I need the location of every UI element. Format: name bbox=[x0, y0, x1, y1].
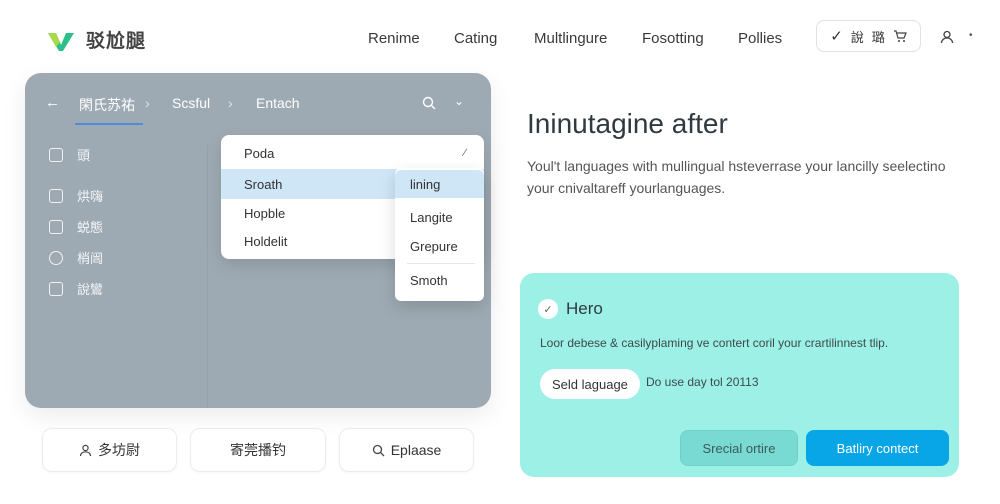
submenu-item-smoth[interactable]: Smoth bbox=[395, 266, 484, 294]
bottom-button-1[interactable]: 多坊尉 bbox=[42, 428, 177, 472]
nav-link-fosotting[interactable]: Fosotting bbox=[642, 30, 704, 47]
hero-card: ✓ Hero Loor debese & casilyplaming ve co… bbox=[520, 273, 959, 477]
card-header: ✓ Hero bbox=[538, 299, 603, 319]
submenu: lining Langite Grepure Smoth bbox=[395, 168, 484, 301]
submenu-divider bbox=[407, 263, 475, 264]
sidebar-item-1[interactable]: 頭 bbox=[49, 145, 90, 164]
sidebar-item-label: 頭 bbox=[77, 148, 91, 163]
chevron-right-icon: › bbox=[228, 95, 233, 111]
breadcrumb-item-2[interactable]: Scsful bbox=[172, 95, 210, 111]
bottom-button-3[interactable]: Eplaase bbox=[339, 428, 474, 472]
back-arrow-icon[interactable]: ← bbox=[45, 94, 60, 111]
sidebar-item-2[interactable]: 烘嗨 bbox=[49, 186, 103, 205]
user-icon[interactable] bbox=[940, 30, 954, 44]
nav-link-pollies[interactable]: Pollies bbox=[738, 30, 782, 47]
sidebar-item-label: 梢闿 bbox=[77, 251, 104, 266]
dropdown-item-label: Sroath bbox=[244, 176, 283, 192]
sidebar-item-label: 說鸞 bbox=[77, 282, 104, 297]
page-lead: Youl't languages with mullingual hstever… bbox=[527, 158, 946, 196]
submenu-item-grepure[interactable]: Grepure bbox=[395, 232, 484, 260]
submenu-item-lining[interactable]: lining bbox=[395, 170, 484, 198]
submenu-item-langite[interactable]: Langite bbox=[395, 203, 484, 231]
search-icon bbox=[372, 444, 385, 456]
chevron-right-icon: › bbox=[145, 95, 150, 111]
logo-icon bbox=[48, 32, 74, 51]
active-tab-indicator bbox=[75, 123, 143, 125]
clock-icon bbox=[49, 250, 63, 265]
panel-divider bbox=[207, 143, 208, 408]
page-title: Ininutagine after bbox=[527, 108, 728, 139]
sidebar-item-3[interactable]: 蜕態 bbox=[49, 217, 103, 236]
card-title: Hero bbox=[566, 299, 603, 318]
breadcrumb-item-1[interactable]: 閑氏苏祐 bbox=[79, 95, 135, 115]
file-icon bbox=[49, 281, 63, 296]
brand-name: 驳尬腿 bbox=[86, 31, 147, 52]
document-icon bbox=[49, 188, 63, 203]
sidebar-item-label: 蜕態 bbox=[77, 220, 104, 235]
cart-icon[interactable] bbox=[893, 29, 907, 43]
window-icon bbox=[49, 147, 63, 162]
dropdown-item-label: Poda bbox=[244, 145, 275, 161]
top-action-label-2[interactable]: 璐 bbox=[872, 27, 885, 46]
nav-link-multlingure[interactable]: Multlingure bbox=[534, 30, 607, 47]
bottom-button-label: Eplaase bbox=[390, 442, 442, 458]
sidebar-item-label: 烘嗨 bbox=[77, 189, 104, 204]
bottom-button-label: 寄莞播钓 bbox=[230, 442, 286, 458]
nav-link-cating[interactable]: Cating bbox=[454, 30, 497, 47]
sidebar-item-4[interactable]: 梢闿 bbox=[49, 248, 103, 267]
top-action-label-1[interactable]: 說 bbox=[851, 27, 864, 46]
dropdown-item-poda[interactable]: Poda ⁄ bbox=[221, 138, 484, 168]
breadcrumb-item-3[interactable]: Entach bbox=[256, 95, 300, 111]
folder-icon bbox=[49, 219, 63, 234]
user-icon bbox=[79, 444, 92, 456]
search-icon[interactable] bbox=[422, 96, 436, 110]
primary-button[interactable]: Batliry contect bbox=[806, 430, 949, 466]
resize-icon: ⁄ bbox=[464, 147, 466, 159]
chevron-down-icon[interactable]: ⌄ bbox=[454, 94, 464, 108]
check-icon[interactable]: ✓ bbox=[830, 27, 843, 45]
user-menu-caret[interactable]: • bbox=[969, 30, 973, 41]
dropdown-item-label: Hopble bbox=[244, 205, 286, 221]
card-note: Do use day tol 20113 bbox=[646, 375, 759, 389]
brand-logo[interactable]: 驳尬腿 bbox=[46, 26, 146, 53]
top-action-group[interactable]: ✓ 說 璐 bbox=[816, 20, 921, 52]
nav-link-renime[interactable]: Renime bbox=[368, 30, 420, 47]
sidebar-item-5[interactable]: 說鸞 bbox=[49, 279, 103, 298]
select-language-button[interactable]: Seld laguage bbox=[540, 369, 640, 399]
card-description: Loor debese & casilyplaming ve contert c… bbox=[540, 336, 889, 350]
dropdown-item-label: Holdelit bbox=[244, 233, 288, 249]
check-icon: ✓ bbox=[538, 299, 558, 319]
secondary-button[interactable]: Srecial ortire bbox=[680, 430, 798, 466]
bottom-button-2[interactable]: 寄莞播钓 bbox=[190, 428, 326, 472]
bottom-button-label: 多坊尉 bbox=[98, 442, 140, 458]
